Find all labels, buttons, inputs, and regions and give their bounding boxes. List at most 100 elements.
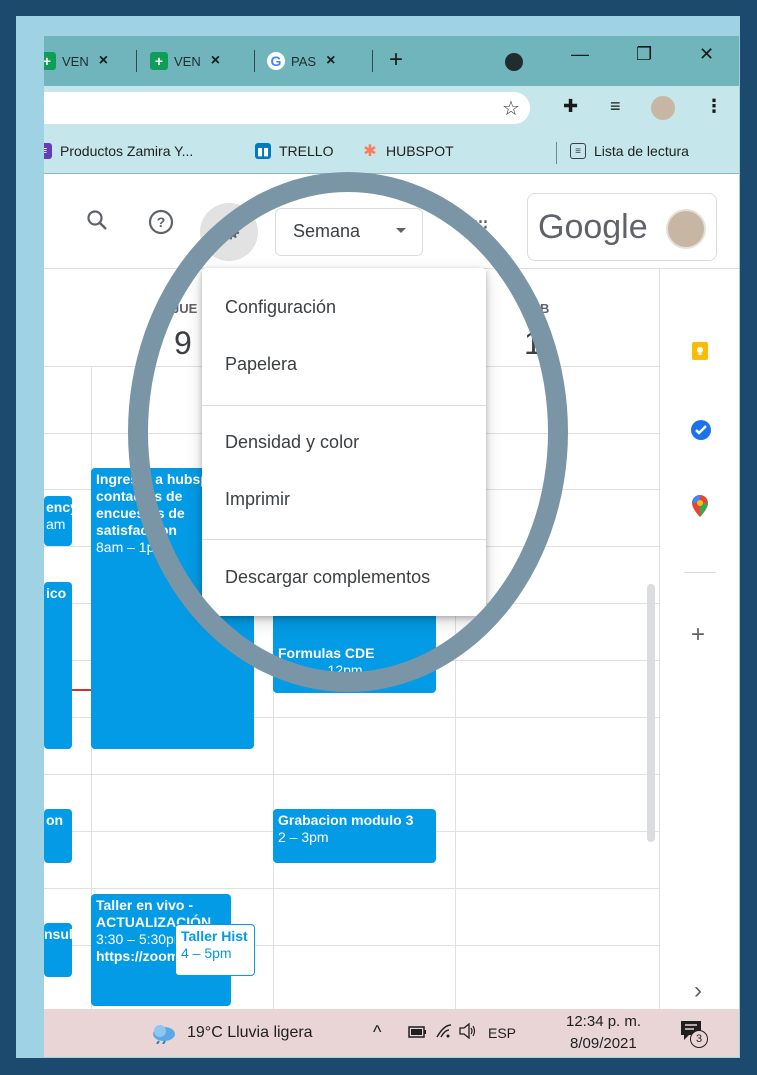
- view-selector-label: Semana: [293, 221, 361, 241]
- event-title: nsult: [44, 926, 72, 942]
- forms-icon: ≡: [44, 143, 52, 159]
- menu-divider: [202, 405, 486, 406]
- side-panel-divider: [684, 572, 716, 573]
- event-grabacion-modulo[interactable]: Grabacion modulo 3 2 – 3pm: [273, 809, 436, 863]
- calendar-plus-icon: +: [44, 52, 56, 70]
- view-selector[interactable]: Semana: [275, 208, 423, 256]
- close-icon[interactable]: ×: [326, 52, 335, 70]
- bookmark-label: Lista de lectura: [594, 143, 689, 159]
- notification-count: 3: [690, 1030, 708, 1048]
- restore-button[interactable]: ❐: [636, 44, 652, 65]
- gear-icon: ⚙: [220, 218, 242, 245]
- event-on[interactable]: on: [44, 809, 72, 863]
- day-name-sab: SÁB: [522, 301, 550, 316]
- day-name-jue: JUE: [172, 301, 198, 316]
- event-title: Grabacion modulo 3: [278, 812, 414, 828]
- menu-item-imprimir[interactable]: Imprimir: [225, 489, 290, 510]
- event-ico[interactable]: ico: [44, 582, 72, 749]
- profile-avatar[interactable]: [651, 96, 675, 120]
- tab-strip: + VEN × + VEN × G PAS × + — ❐ ✕: [44, 36, 739, 86]
- close-icon[interactable]: ×: [99, 52, 108, 70]
- event-title: on: [46, 812, 64, 828]
- menu-item-descargar-complementos[interactable]: Descargar complementos: [225, 567, 430, 588]
- maps-icon[interactable]: [690, 494, 710, 524]
- menu-divider: [202, 539, 486, 540]
- clock-date[interactable]: 8/09/2021: [570, 1035, 637, 1052]
- bookmark-hubspot[interactable]: ✱ HUBSPOT: [362, 143, 454, 160]
- bookmark-label: Productos Zamira Y...: [60, 143, 194, 159]
- event-taller-hist[interactable]: Taller Hist 4 – 5pm: [175, 924, 255, 976]
- close-icon[interactable]: ×: [211, 52, 220, 70]
- browser-window: + VEN × + VEN × G PAS × + — ❐ ✕ ☆ ✚ ≡ ⋮: [44, 36, 739, 1057]
- bookmarks-bar: ≡ Productos Zamira Y... ▮▮ TRELLO ✱ HUBS…: [44, 130, 739, 174]
- calendar-scrollbar[interactable]: [647, 584, 655, 842]
- tab-label: VEN: [174, 53, 201, 69]
- calendar-plus-icon: +: [150, 52, 168, 70]
- event-title: ency: [46, 499, 72, 515]
- bookmark-trello[interactable]: ▮▮ TRELLO: [255, 143, 333, 159]
- tab-search-icon[interactable]: [505, 53, 523, 71]
- battery-icon[interactable]: [408, 1025, 428, 1044]
- tab-label: PAS: [291, 53, 317, 69]
- browser-toolbar: ☆ ✚ ≡ ⋮: [44, 86, 739, 130]
- search-icon[interactable]: [86, 209, 108, 237]
- tab-separator: [136, 50, 137, 72]
- event-formulas-cde[interactable]: Formulas CDE 11am – 12pm: [273, 609, 436, 693]
- browser-menu-icon[interactable]: ⋮: [705, 96, 723, 117]
- menu-item-configuracion[interactable]: Configuración: [225, 297, 336, 318]
- bookmark-productos[interactable]: ≡ Productos Zamira Y...: [44, 143, 193, 159]
- chevron-down-icon: [396, 228, 406, 233]
- avatar: [666, 209, 706, 249]
- help-icon[interactable]: ?: [148, 209, 174, 241]
- tab-pas[interactable]: G PAS ×: [267, 44, 335, 78]
- event-title: ico: [46, 585, 67, 601]
- reading-list-icon: ≡: [570, 143, 586, 159]
- menu-item-papelera[interactable]: Papelera: [225, 354, 297, 375]
- bookmark-label: HUBSPOT: [386, 143, 454, 159]
- calendar-header: ? ⚙ Semana ⁝⁝⁝ Google: [44, 175, 739, 269]
- weather-icon[interactable]: [150, 1022, 178, 1049]
- google-icon: G: [267, 52, 285, 70]
- side-panel: + ›: [659, 269, 739, 1009]
- day-number-11[interactable]: 11: [524, 325, 557, 362]
- tab-ven-2[interactable]: + VEN ×: [150, 44, 220, 78]
- extensions-icon[interactable]: ✚: [563, 96, 578, 117]
- clock-time[interactable]: 12:34 p. m.: [566, 1013, 641, 1030]
- language-indicator[interactable]: ESP: [488, 1025, 516, 1041]
- reading-list-button[interactable]: ≡ Lista de lectura: [570, 143, 689, 159]
- event-time: 2 – 3pm: [278, 829, 329, 845]
- keep-icon[interactable]: [690, 341, 710, 367]
- add-addon-button[interactable]: +: [691, 621, 705, 649]
- expand-panel-button[interactable]: ›: [694, 977, 702, 1005]
- event-ency[interactable]: ency am: [44, 496, 72, 546]
- new-tab-button[interactable]: +: [389, 46, 403, 74]
- google-account-button[interactable]: Google: [527, 193, 717, 261]
- reading-list-icon[interactable]: ≡: [610, 96, 621, 117]
- minimize-button[interactable]: —: [571, 44, 589, 65]
- windows-taskbar: 19°C Lluvia ligera ^ ESP 12:34 p. m. 8/0…: [44, 1009, 739, 1057]
- event-title: Taller Hist: [181, 928, 248, 944]
- tasks-icon[interactable]: [690, 419, 712, 447]
- wifi-icon[interactable]: [435, 1023, 453, 1044]
- weather-text[interactable]: 19°C Lluvia ligera: [187, 1024, 313, 1042]
- bookmark-star-icon[interactable]: ☆: [502, 96, 520, 121]
- google-logo: Google: [538, 208, 648, 246]
- tab-separator: [372, 50, 373, 72]
- event-time: 11am – 12pm: [278, 662, 363, 678]
- hubspot-icon: ✱: [363, 143, 377, 160]
- tab-separator: [254, 50, 255, 72]
- close-window-button[interactable]: ✕: [699, 44, 714, 65]
- volume-icon[interactable]: [458, 1022, 478, 1045]
- notifications-button[interactable]: 3: [680, 1020, 708, 1048]
- address-bar[interactable]: [44, 92, 530, 124]
- chevron-up-icon[interactable]: ^: [373, 1022, 381, 1043]
- bookmarks-separator: [556, 142, 557, 164]
- menu-item-densidad-color[interactable]: Densidad y color: [225, 432, 359, 453]
- event-time: 4 – 5pm: [181, 945, 232, 961]
- event-nsult[interactable]: nsult: [44, 923, 72, 977]
- grid-line: [44, 774, 659, 775]
- apps-grid-icon[interactable]: ⁝⁝⁝: [472, 215, 489, 241]
- event-title: Formulas CDE: [278, 645, 375, 661]
- day-number-9[interactable]: 9: [174, 325, 192, 362]
- tab-ven-1[interactable]: + VEN ×: [44, 44, 108, 78]
